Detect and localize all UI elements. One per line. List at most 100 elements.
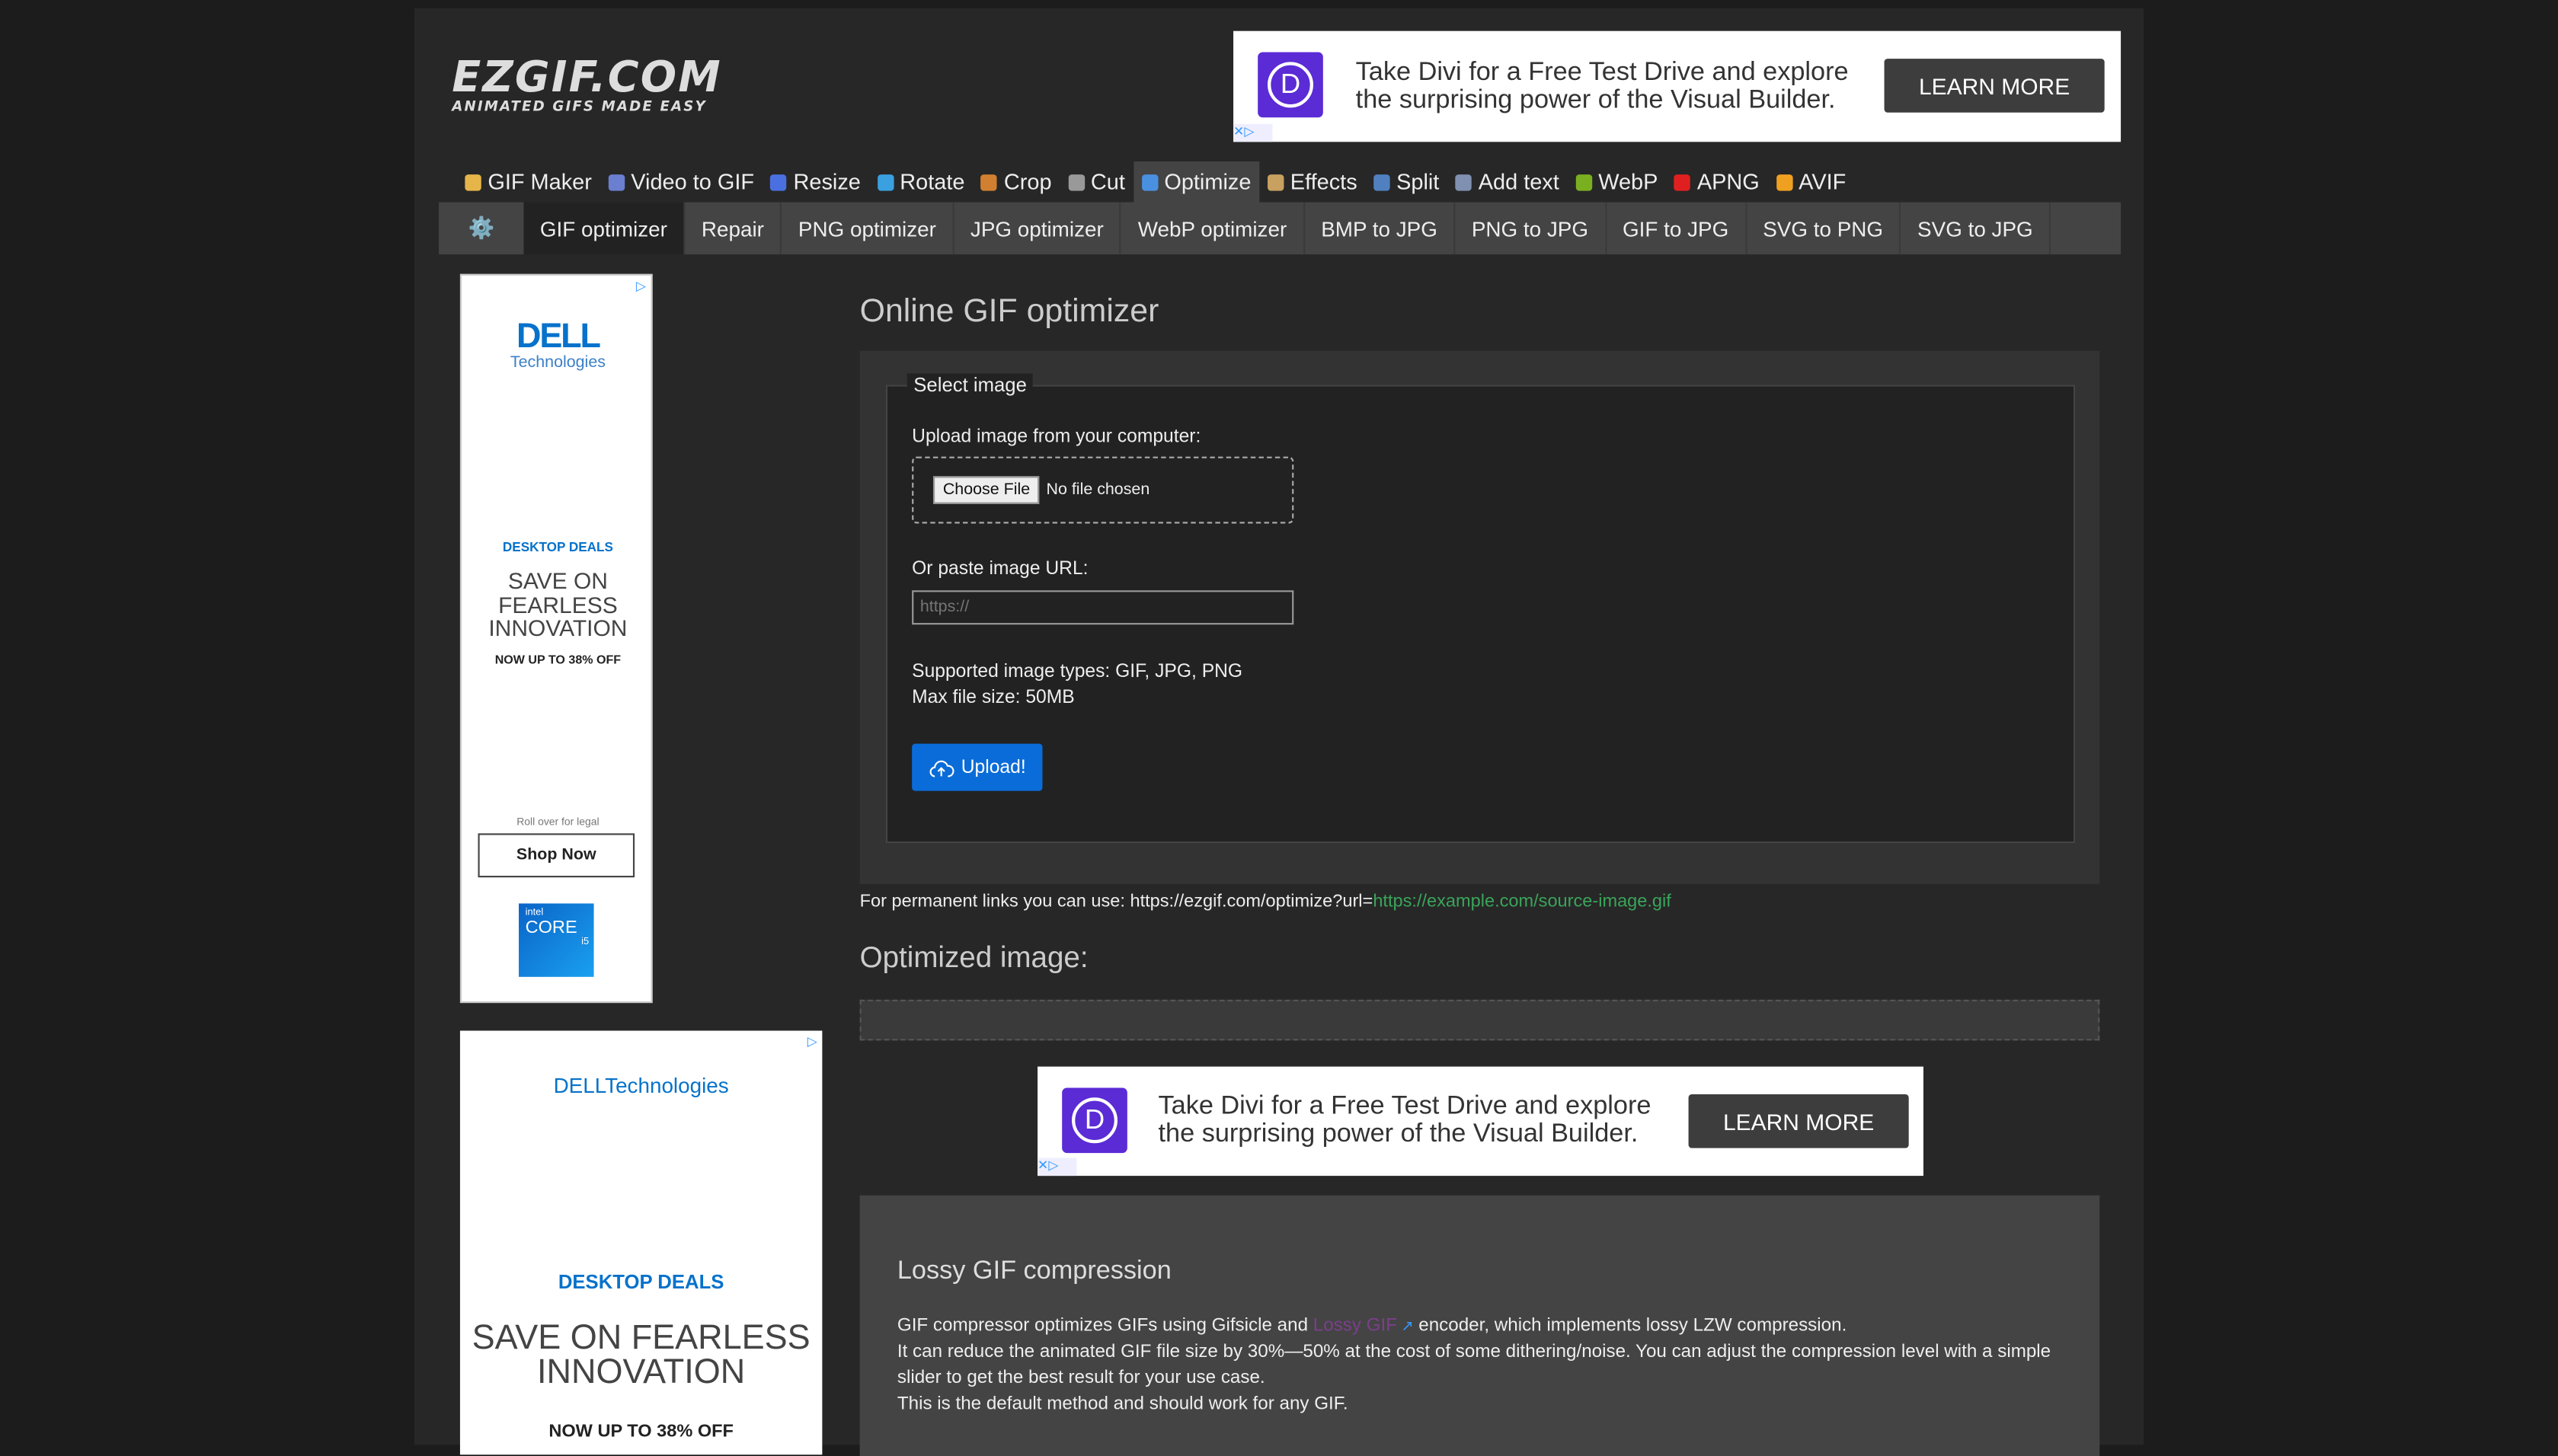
- nav-effects[interactable]: Effects: [1259, 161, 1365, 203]
- sub-nav: ⚙️ GIF optimizer Repair PNG optimizer JPG o…: [439, 202, 2122, 255]
- ad-choices-icon[interactable]: ▷: [807, 1034, 817, 1049]
- cut-icon: [1067, 174, 1085, 190]
- ad-legal: Roll over for legal: [516, 816, 600, 829]
- upload-button-label: Upload!: [961, 757, 1026, 777]
- nav-label: GIF Maker: [488, 169, 592, 194]
- apng-icon: [1674, 174, 1691, 190]
- learn-more-button[interactable]: LEARN MORE: [1688, 1094, 1909, 1148]
- subnav-jpg-optimizer[interactable]: JPG optimizer: [954, 202, 1122, 255]
- nav-add-text[interactable]: Add text: [1447, 161, 1567, 203]
- nav-label: Split: [1396, 169, 1440, 194]
- lossy-compression-section: Lossy GIF compression GIF compressor opt…: [859, 1195, 2100, 1456]
- nav-crop[interactable]: Crop: [973, 161, 1060, 203]
- subnav-bmp-to-jpg[interactable]: BMP to JPG: [1305, 202, 1456, 255]
- lossy-gif-link[interactable]: Lossy GIF: [1313, 1316, 1397, 1336]
- nav-apng[interactable]: APNG: [1666, 161, 1767, 203]
- video-to-gif-icon: [608, 174, 625, 190]
- site-logo[interactable]: EZGIF.COM ANIMATED GIFS MADE EASY: [452, 57, 722, 116]
- page-title: Online GIF optimizer: [859, 293, 1159, 330]
- nav-avif[interactable]: AVIF: [1767, 161, 1854, 203]
- intel-core-logo: intel CORE i5: [519, 903, 594, 977]
- optimized-output-area: [859, 999, 2100, 1041]
- add-text-icon: [1455, 174, 1472, 190]
- section-heading: Lossy GIF compression: [897, 1257, 1172, 1285]
- ad-choices-icon[interactable]: ✕▷: [1233, 123, 1273, 142]
- subnav-gif-to-jpg[interactable]: GIF to JPG: [1607, 202, 1747, 255]
- permanent-link-info: For permanent links you can use: https:/…: [859, 892, 1671, 912]
- nav-cut[interactable]: Cut: [1060, 161, 1133, 203]
- nav-split[interactable]: Split: [1365, 161, 1447, 203]
- section-description: GIF compressor optimizes GIFs using Gifs…: [897, 1316, 2051, 1414]
- split-icon: [1373, 174, 1390, 190]
- webp-icon: [1575, 174, 1592, 190]
- nav-label: WebP: [1598, 169, 1658, 194]
- nav-label: Effects: [1290, 169, 1357, 194]
- subnav-svg-to-png[interactable]: SVG to PNG: [1747, 202, 1901, 255]
- gear-icon[interactable]: ⚙️: [439, 203, 523, 255]
- dell-logo: DELLTechnologies: [553, 1073, 729, 1098]
- subnav-repair[interactable]: Repair: [686, 202, 782, 255]
- nav-label: Add text: [1478, 169, 1559, 194]
- main-nav: GIF Maker Video to GIF Resize Rotate Crop Cut…: [457, 161, 1854, 203]
- nav-resize[interactable]: Resize: [763, 161, 869, 203]
- subnav-webp-optimizer[interactable]: WebP optimizer: [1121, 202, 1305, 255]
- top-ad-banner[interactable]: D Take Divi for a Free Test Drive and ex…: [1233, 30, 2122, 142]
- crop-icon: [980, 174, 998, 190]
- ad-deals: DESKTOP DEALS: [502, 539, 613, 555]
- ad-text: Take Divi for a Free Test Drive and expl…: [1158, 1092, 1652, 1148]
- nav-label: AVIF: [1799, 169, 1847, 194]
- nav-label: Crop: [1003, 169, 1052, 194]
- file-drop-zone[interactable]: Choose File No file chosen: [912, 456, 1294, 524]
- subnav-png-to-jpg[interactable]: PNG to JPG: [1455, 202, 1607, 255]
- nav-rotate[interactable]: Rotate: [869, 161, 974, 203]
- ad-choices-icon[interactable]: ▷: [636, 279, 646, 293]
- divi-logo-icon: D: [1258, 52, 1323, 118]
- nav-gif-maker[interactable]: GIF Maker: [457, 161, 600, 203]
- ad-offer: NOW UP TO 38% OFF: [494, 652, 622, 667]
- ad-text: Take Divi for a Free Test Drive and expl…: [1355, 59, 1849, 114]
- subnav-png-optimizer[interactable]: PNG optimizer: [782, 202, 954, 255]
- upload-button[interactable]: Upload!: [912, 743, 1043, 791]
- max-file-size: Max file size: 50MB: [912, 688, 1075, 708]
- divi-logo-icon: D: [1062, 1087, 1127, 1154]
- mid-ad-banner[interactable]: D Take Divi for a Free Test Drive and ex…: [1038, 1066, 1923, 1177]
- external-link-icon: ↗: [1397, 1317, 1414, 1334]
- nav-label: Rotate: [900, 169, 965, 194]
- ad-deals: DESKTOP DEALS: [558, 1270, 724, 1294]
- ad-choices-icon[interactable]: ✕▷: [1038, 1157, 1077, 1177]
- url-label: Or paste image URL:: [912, 559, 1089, 580]
- nav-webp[interactable]: WebP: [1568, 161, 1667, 203]
- dell-logo: DELL: [516, 318, 601, 356]
- ad-headline: SAVE ON FEARLESS INNOVATION: [472, 1319, 811, 1391]
- subnav-gif-optimizer[interactable]: GIF optimizer: [523, 202, 686, 255]
- resize-icon: [770, 174, 787, 190]
- nav-label: Video to GIF: [631, 169, 755, 194]
- effects-icon: [1267, 174, 1284, 190]
- optimized-title: Optimized image:: [859, 940, 1089, 974]
- shop-now-button[interactable]: Shop Now: [478, 833, 635, 878]
- cloud-upload-icon: [929, 759, 954, 777]
- ad-headline: SAVE ON FEARLESS INNOVATION: [488, 567, 628, 641]
- gif-maker-icon: [465, 174, 481, 190]
- nav-video-to-gif[interactable]: Video to GIF: [600, 161, 763, 203]
- nav-optimize[interactable]: Optimize: [1133, 161, 1260, 203]
- logo-tagline: ANIMATED GIFS MADE EASY: [452, 99, 707, 117]
- left-ad[interactable]: ▷ DELL Technologies DESKTOP DEALS SAVE O…: [459, 273, 653, 1004]
- dell-logo-sub: Technologies: [510, 353, 606, 372]
- learn-more-button[interactable]: LEARN MORE: [1884, 59, 2105, 113]
- file-status: No file chosen: [1046, 481, 1150, 500]
- nav-label: APNG: [1696, 169, 1760, 194]
- nav-label: Cut: [1090, 169, 1125, 194]
- subnav-svg-to-jpg[interactable]: SVG to JPG: [1901, 202, 2051, 255]
- nav-label: Optimize: [1164, 169, 1252, 194]
- logo-text: EZGIF.COM: [452, 53, 722, 103]
- supported-types: Supported image types: GIF, JPG, PNG: [912, 662, 1243, 682]
- fieldset-legend: Select image: [906, 373, 1034, 397]
- ad-offer: NOW UP TO 38% OFF: [548, 1422, 734, 1442]
- image-url-input[interactable]: [912, 590, 1294, 625]
- optimize-icon: [1141, 174, 1158, 190]
- permanent-link[interactable]: https://example.com/source-image.gif: [1373, 892, 1671, 912]
- avif-icon: [1776, 174, 1792, 190]
- choose-file-button[interactable]: Choose File: [932, 476, 1040, 504]
- left-ad-2[interactable]: ▷ DELLTechnologies DESKTOP DEALS SAVE ON…: [459, 1030, 823, 1455]
